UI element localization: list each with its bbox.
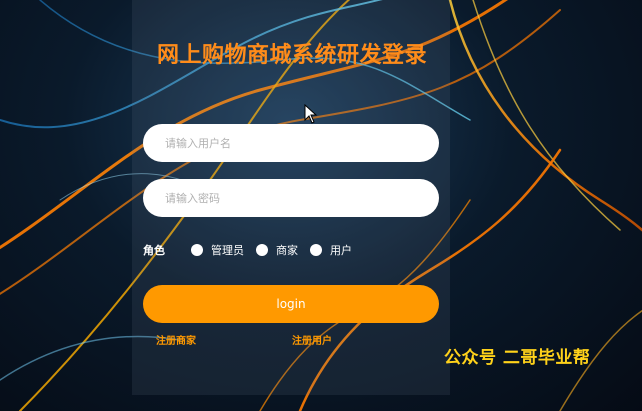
role-option-merchant[interactable]: 商家 [256,242,298,258]
radio-button-admin[interactable] [191,244,203,256]
role-option-user[interactable]: 用户 [310,242,352,258]
login-button[interactable]: login [143,285,439,323]
role-option-label: 用户 [330,244,352,257]
radio-button-user[interactable] [310,244,322,256]
username-input[interactable] [143,124,439,162]
radio-button-merchant[interactable] [256,244,268,256]
register-merchant-link[interactable]: 注册商家 [156,332,196,347]
register-user-link[interactable]: 注册用户 [292,332,332,347]
page-title: 网上购物商城系统研发登录 [156,43,427,68]
role-selector: 角色 管理员 商家 用户 [143,241,364,259]
password-input[interactable] [143,179,439,217]
role-option-label: 商家 [276,244,298,257]
role-option-admin[interactable]: 管理员 [191,242,244,258]
role-label: 角色 [143,244,165,257]
role-option-label: 管理员 [211,244,244,257]
watermark-text: 公众号 二哥毕业帮 [444,348,591,368]
mouse-cursor-icon [304,104,318,124]
